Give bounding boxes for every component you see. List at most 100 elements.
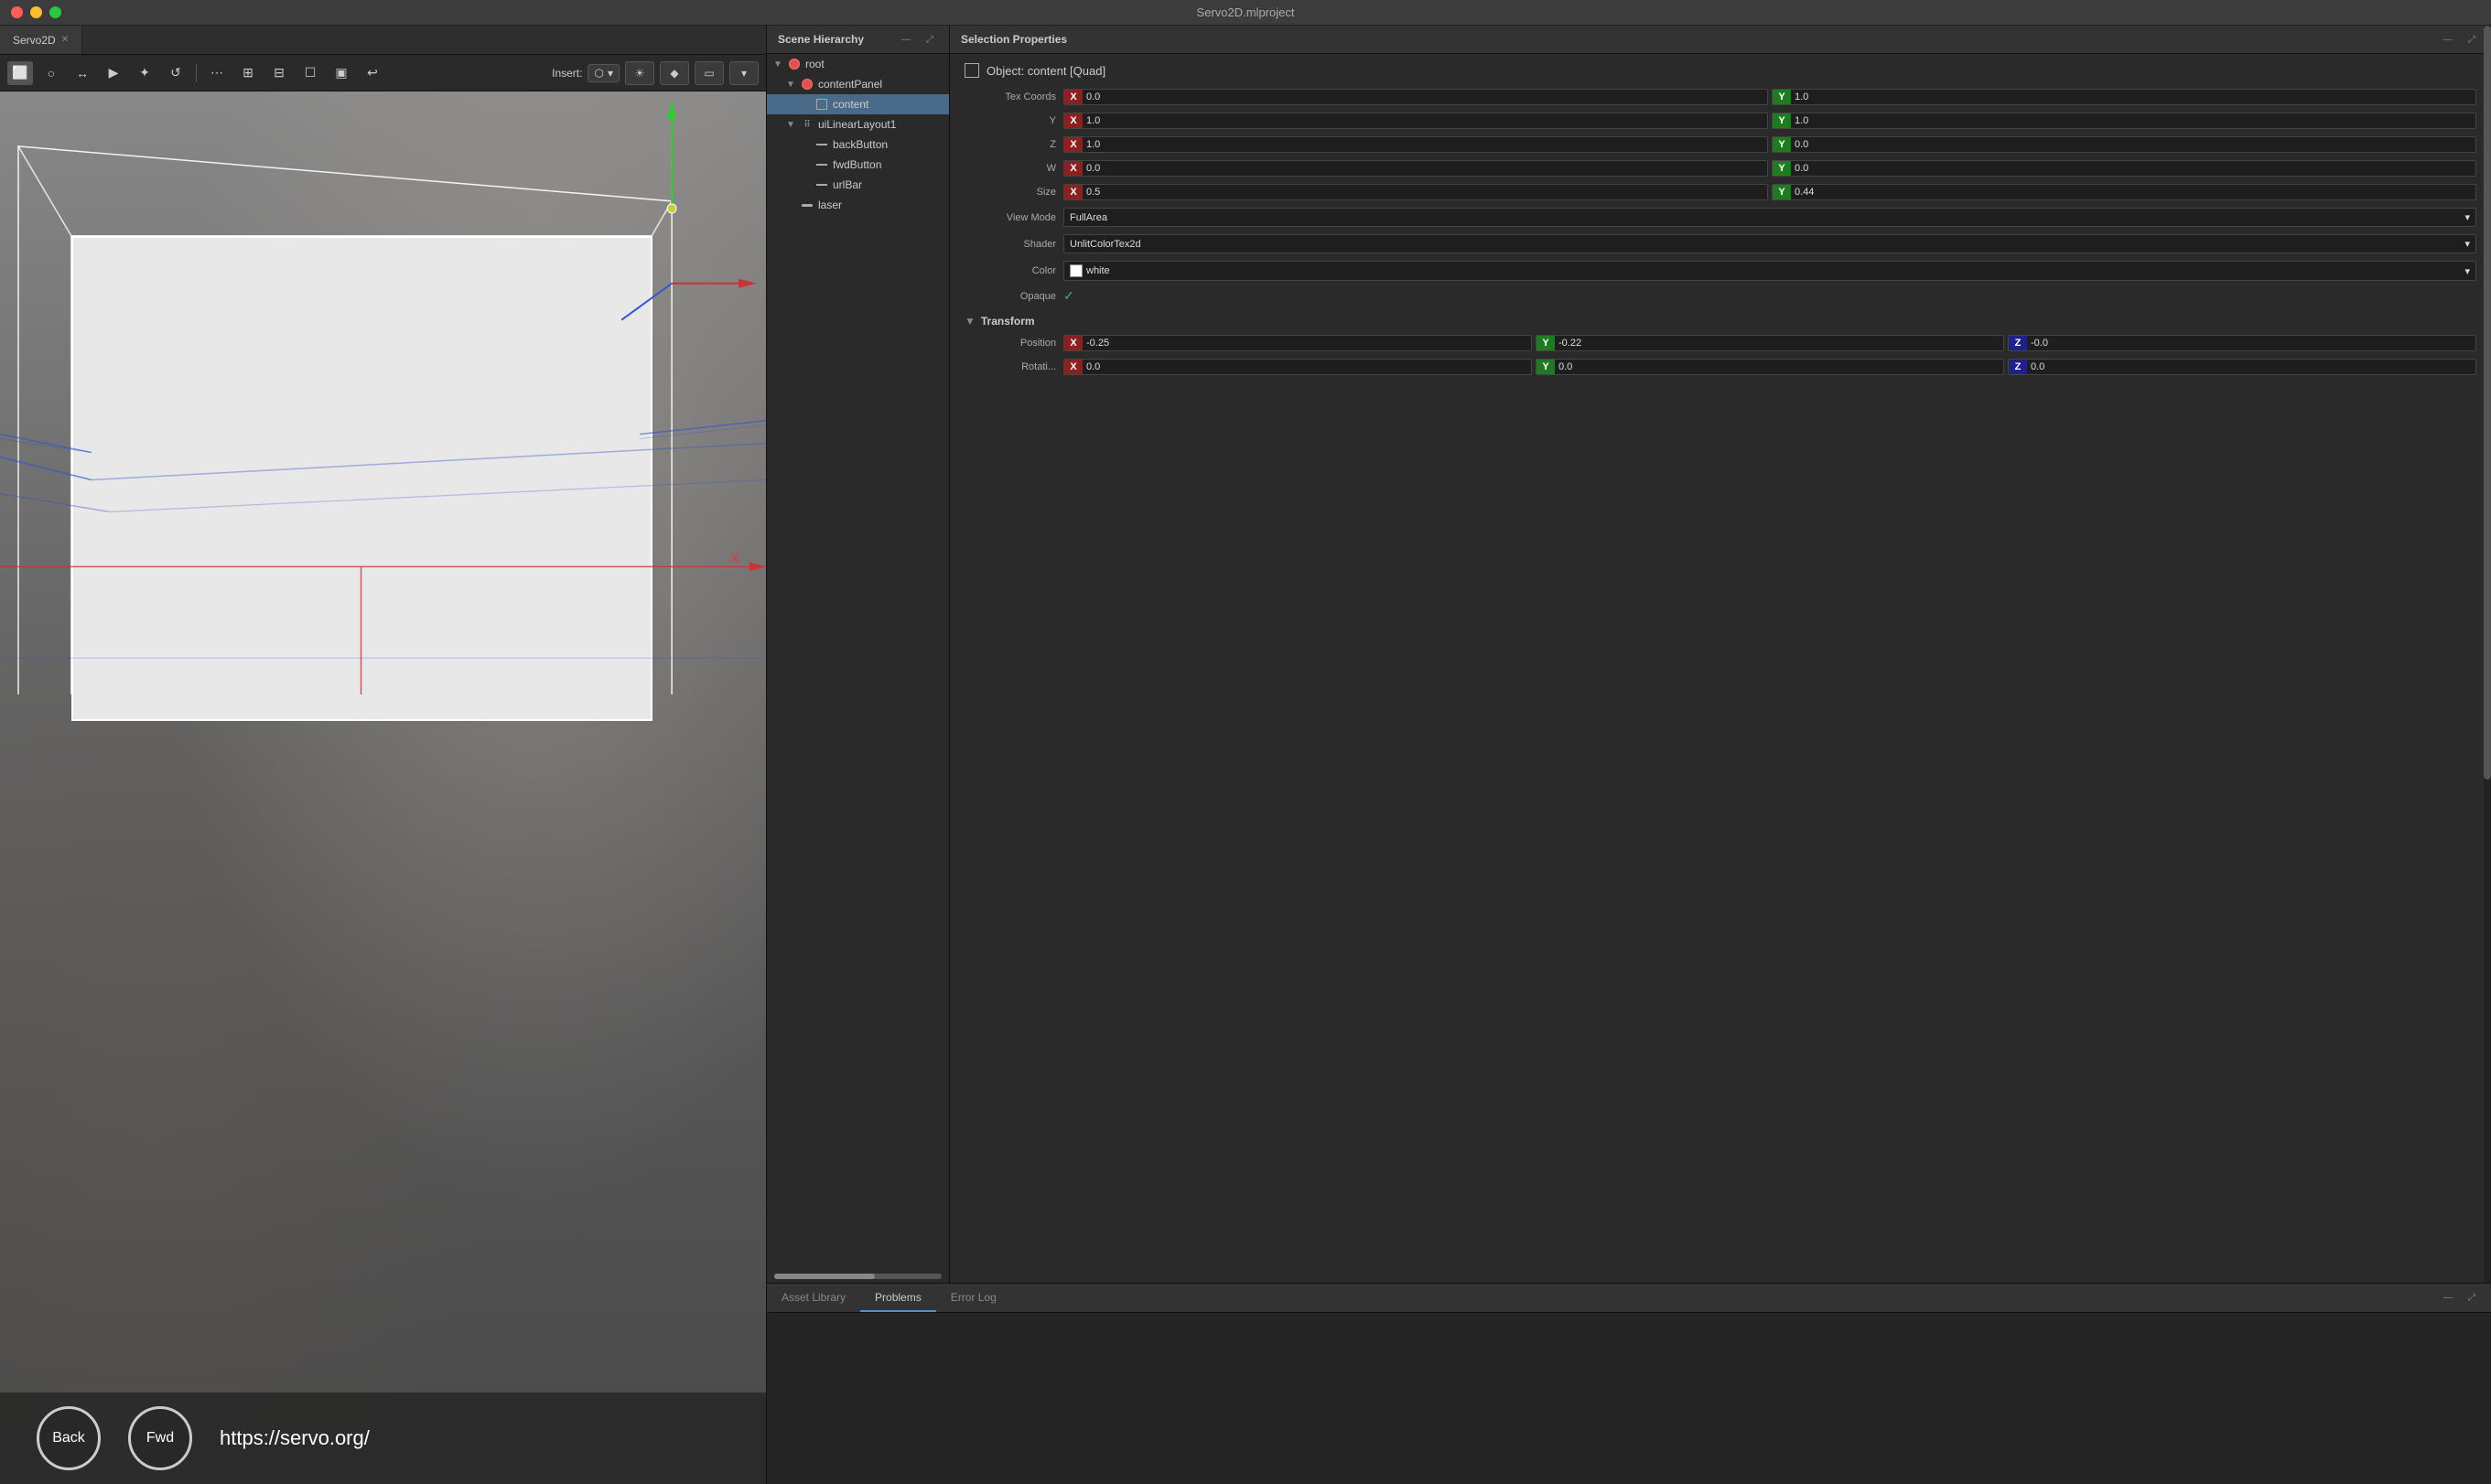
texcoord-y-x-field[interactable]: X	[1063, 113, 1768, 129]
url-bar[interactable]: https://servo.org/	[220, 1426, 370, 1450]
texcoord-x-fields: X Y	[1063, 89, 2476, 105]
transform-title: Transform	[981, 315, 1035, 328]
toolbar-btn-pan[interactable]: ↔	[70, 61, 95, 85]
maximize-button[interactable]	[49, 6, 61, 18]
props-scrollbar[interactable]	[2484, 26, 2491, 1283]
texcoord-z-y-field[interactable]: Y	[1772, 136, 2476, 153]
texcoord-y-y-input[interactable]	[1791, 113, 2475, 128]
texcoord-y-x-input[interactable]	[1083, 113, 1767, 128]
toolbar-btn-grid3[interactable]: ⊟	[266, 61, 292, 85]
toolbar-btn-box[interactable]: ☐	[297, 61, 323, 85]
tab-error-log[interactable]: Error Log	[936, 1284, 1011, 1312]
tree-content[interactable]: content	[767, 94, 949, 114]
insert-chevron: ▾	[608, 67, 613, 80]
texcoord-x-x-input[interactable]	[1083, 90, 1767, 104]
window-title: Servo2D.mlproject	[1197, 5, 1295, 19]
props-minimize-btn[interactable]: —	[2440, 33, 2456, 46]
toolbar-btn-arrow[interactable]: ↩	[360, 61, 385, 85]
position-z-input[interactable]	[2027, 336, 2475, 350]
tab-problems[interactable]: Problems	[860, 1284, 936, 1312]
size-y-input[interactable]	[1791, 185, 2475, 199]
tree-fwdbutton[interactable]: fwdButton	[767, 155, 949, 175]
arrow-contentpanel: ▼	[785, 80, 796, 90]
texcoord-z-x-field[interactable]: X	[1063, 136, 1768, 153]
size-x-input[interactable]	[1083, 185, 1767, 199]
position-x-input[interactable]	[1083, 336, 1531, 350]
icon-content	[814, 97, 829, 112]
bottom-panel-controls: — ⤢	[2440, 1284, 2491, 1312]
rotation-label: Rotati...	[965, 361, 1056, 372]
minimize-button[interactable]	[30, 6, 42, 18]
texcoord-w-x-field[interactable]: X	[1063, 160, 1768, 177]
title-bar: Servo2D.mlproject	[0, 0, 2491, 26]
viewport-panel: Servo2D ✕ ⬜ ○ ↔ ▶ ✦ ↺ ⋯ ⊞ ⊟ ☐ ▣ ↩ Insert…	[0, 26, 767, 1484]
props-maximize-btn[interactable]: ⤢	[2464, 33, 2480, 46]
toolbar-btn-play[interactable]: ▶	[101, 61, 126, 85]
viewmode-dropdown[interactable]: FullArea ▾	[1063, 208, 2476, 227]
scene-hierarchy-panel: Scene Hierarchy — ⤢ ▼ root ▼ contentPane…	[767, 26, 950, 1283]
texcoord-w-y-input[interactable]	[1791, 161, 2475, 176]
bottom-maximize-btn[interactable]: ⤢	[2464, 1292, 2480, 1305]
props-scrollbar-thumb	[2484, 26, 2491, 780]
toolbar-btn-move[interactable]: ○	[38, 61, 64, 85]
toolbar-btn-grid1[interactable]: ⋯	[204, 61, 230, 85]
back-button[interactable]: Back	[37, 1406, 101, 1470]
insert-label: Insert:	[552, 67, 582, 80]
insert-rect-btn[interactable]: ▭	[695, 61, 724, 85]
position-y-input[interactable]	[1555, 336, 2003, 350]
texcoord-z-y-input[interactable]	[1791, 137, 2475, 152]
insert-dropdown[interactable]: ⬡ ▾	[588, 64, 620, 82]
icon-root	[787, 57, 802, 71]
tree-backbutton[interactable]: backButton	[767, 134, 949, 155]
tree-urlbar[interactable]: urlBar	[767, 175, 949, 195]
rotation-z-field[interactable]: Z	[2008, 359, 2476, 375]
texcoord-w-x-input[interactable]	[1083, 161, 1767, 176]
texcoord-y-y-field[interactable]: Y	[1772, 113, 2476, 129]
toolbar-btn-transform[interactable]: ✦	[132, 61, 157, 85]
rotation-fields: X Y Z	[1063, 359, 2476, 375]
texcoord-x-y-input[interactable]	[1791, 90, 2475, 104]
toolbar-btn-select[interactable]: ⬜	[7, 61, 33, 85]
rotation-y-field[interactable]: Y	[1536, 359, 2004, 375]
panel-maximize-btn[interactable]: ⤢	[922, 33, 938, 46]
size-x-field[interactable]: X	[1063, 184, 1768, 200]
insert-shape-btn[interactable]: ◆	[660, 61, 689, 85]
position-row: Position X Y Z	[965, 335, 2476, 351]
rotation-y-input[interactable]	[1555, 360, 2003, 374]
texcoord-z-x-input[interactable]	[1083, 137, 1767, 152]
rotation-x-input[interactable]	[1083, 360, 1531, 374]
scene-scrollbar[interactable]	[774, 1274, 942, 1279]
size-y-field[interactable]: Y	[1772, 184, 2476, 200]
tree-root[interactable]: ▼ root	[767, 54, 949, 74]
close-button[interactable]	[11, 6, 23, 18]
tree-uilinearlayout[interactable]: ▼ ⠿ uiLinearLayout1	[767, 114, 949, 134]
position-x-field[interactable]: X	[1063, 335, 1532, 351]
toolbar-btn-rotate[interactable]: ↺	[163, 61, 189, 85]
texcoord-x-y-field[interactable]: Y	[1772, 89, 2476, 105]
texcoord-x-row: Tex Coords X Y	[965, 89, 2476, 105]
opaque-checkbox[interactable]: ✓	[1063, 288, 1074, 304]
toolbar-btn-grid2[interactable]: ⊞	[235, 61, 261, 85]
texcoord-w-y-field[interactable]: Y	[1772, 160, 2476, 177]
texcoord-x-x-field[interactable]: X	[1063, 89, 1768, 105]
color-label: Color	[965, 265, 1056, 276]
fwd-button[interactable]: Fwd	[128, 1406, 192, 1470]
viewport-3d[interactable]: X	[0, 91, 766, 1484]
shader-dropdown[interactable]: UnlitColorTex2d ▾	[1063, 234, 2476, 253]
position-y-field[interactable]: Y	[1536, 335, 2004, 351]
insert-sun-btn[interactable]: ☀	[625, 61, 654, 85]
tab-close-icon[interactable]: ✕	[61, 35, 69, 45]
tree-laser[interactable]: laser	[767, 195, 949, 215]
panel-minimize-btn[interactable]: —	[898, 33, 914, 46]
rotation-z-input[interactable]	[2027, 360, 2475, 374]
tree-contentpanel[interactable]: ▼ contentPanel	[767, 74, 949, 94]
color-dropdown[interactable]: white ▾	[1063, 261, 2476, 281]
rotation-x-field[interactable]: X	[1063, 359, 1532, 375]
toolbar-btn-image[interactable]: ▣	[329, 61, 354, 85]
insert-extra-btn[interactable]: ▾	[729, 61, 759, 85]
bottom-minimize-btn[interactable]: —	[2440, 1292, 2456, 1305]
tab-asset-library[interactable]: Asset Library	[767, 1284, 860, 1312]
opaque-row: Opaque ✓	[965, 288, 2476, 304]
tab-servo2d[interactable]: Servo2D ✕	[0, 26, 82, 54]
position-z-field[interactable]: Z	[2008, 335, 2476, 351]
